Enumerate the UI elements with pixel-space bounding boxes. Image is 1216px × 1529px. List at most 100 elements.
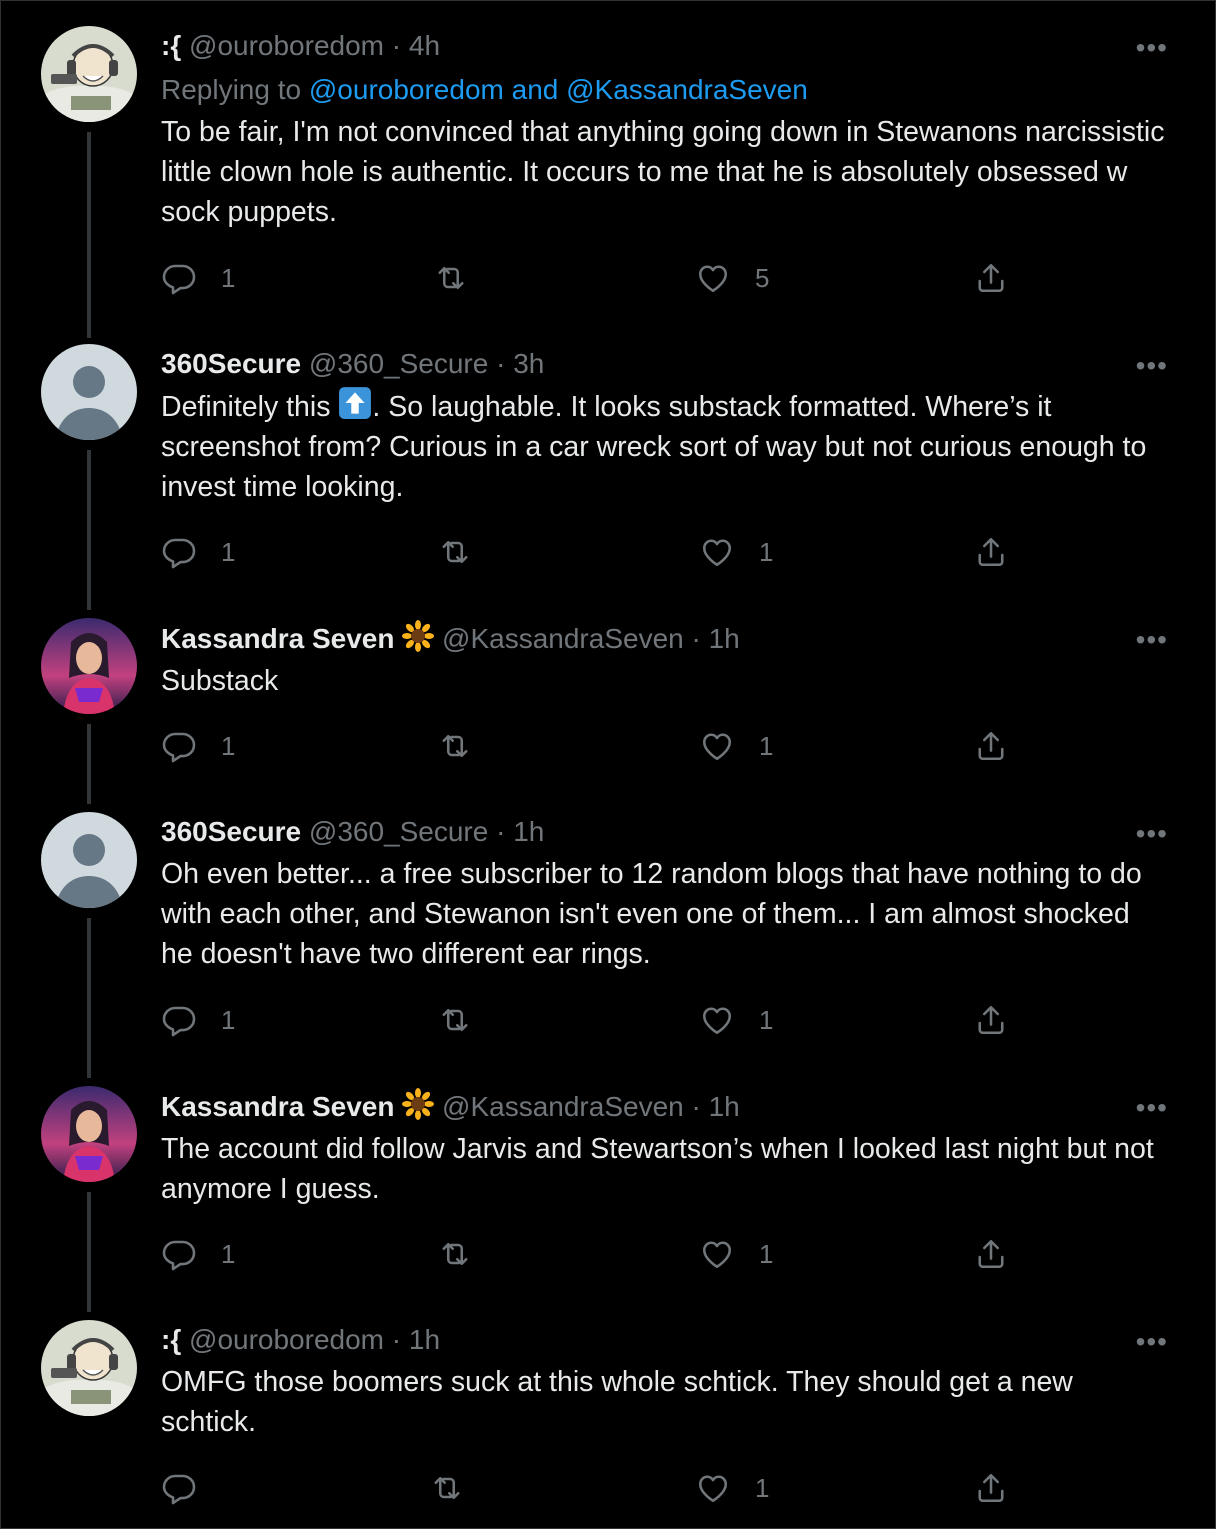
reply-button[interactable]: 1 [161, 534, 235, 570]
text-part: Definitely this [161, 391, 339, 423]
tweet-header: Kassandra Seven @KassandraSeven · 1h [161, 1088, 1166, 1125]
more-options-button[interactable]: ••• [1136, 32, 1168, 64]
display-name[interactable]: Kassandra Seven [161, 1091, 394, 1122]
reply-button[interactable]: 1 [161, 1236, 235, 1272]
separator: · [691, 1091, 701, 1122]
share-icon [973, 728, 1009, 764]
more-options-button[interactable]: ••• [1136, 818, 1168, 850]
timestamp[interactable]: 4h [409, 30, 440, 61]
retweet-button[interactable] [437, 1002, 497, 1038]
heart-icon [695, 260, 731, 296]
like-button[interactable]: 1 [695, 1470, 769, 1506]
reply-icon [161, 534, 197, 570]
reply-button[interactable]: 1 [161, 1002, 235, 1038]
reply-count: 1 [221, 1238, 236, 1269]
separator: · [391, 1324, 402, 1355]
retweet-button[interactable] [437, 534, 497, 570]
user-avatar[interactable] [41, 1086, 137, 1182]
tweet-text: The account did follow Jarvis and Stewar… [161, 1133, 1154, 1205]
sunflower-emoji-icon [402, 1088, 434, 1120]
tweet-header: Kassandra Seven @KassandraSeven · 1h [161, 620, 1166, 657]
retweet-icon [437, 534, 473, 570]
handle[interactable]: @ouroboredom [189, 30, 384, 61]
replying-label: Replying to [161, 74, 302, 105]
heart-icon [695, 1470, 731, 1506]
more-options-button[interactable]: ••• [1136, 1092, 1168, 1124]
separator: · [496, 348, 506, 379]
display-name[interactable]: :{ [161, 1324, 181, 1355]
reply-icon [161, 260, 197, 296]
retweet-button[interactable] [433, 260, 493, 296]
like-button[interactable]: 1 [699, 534, 773, 570]
user-avatar[interactable] [41, 618, 137, 714]
more-options-button[interactable]: ••• [1136, 624, 1168, 656]
thread-line [87, 132, 91, 338]
user-avatar[interactable] [41, 344, 137, 440]
retweet-icon [429, 1470, 465, 1506]
display-name[interactable]: 360Secure [161, 816, 301, 847]
timestamp[interactable]: 1h [513, 816, 544, 847]
tweet-text: Oh even better... a free subscriber to 1… [161, 858, 1142, 970]
more-options-button[interactable]: ••• [1136, 350, 1168, 382]
reply-button[interactable] [161, 1470, 221, 1506]
tweet-header: 360Secure @360_Secure · 1h [161, 814, 1166, 850]
user-avatar[interactable] [41, 812, 137, 908]
ouroboredom-avatar-image [41, 1320, 137, 1416]
heart-icon [699, 1236, 735, 1272]
reply-button[interactable]: 1 [161, 260, 235, 296]
like-button[interactable]: 1 [699, 1002, 773, 1038]
tweet-header: 360Secure @360_Secure · 3h [161, 346, 1166, 382]
handle[interactable]: @ouroboredom [189, 1324, 384, 1355]
like-count: 5 [755, 262, 770, 293]
share-button[interactable] [973, 260, 1009, 296]
retweet-button[interactable] [437, 728, 497, 764]
timestamp[interactable]: 3h [513, 348, 544, 379]
handle[interactable]: @KassandraSeven [442, 1091, 684, 1122]
display-name[interactable]: Kassandra Seven [161, 623, 394, 654]
share-button[interactable] [973, 728, 1009, 764]
retweet-button[interactable] [429, 1470, 489, 1506]
share-button[interactable] [973, 1470, 1009, 1506]
display-name[interactable]: :{ [161, 30, 181, 61]
tweet-header: :{ @ouroboredom · 4h [161, 28, 1166, 64]
retweet-icon [433, 260, 469, 296]
share-button[interactable] [973, 1002, 1009, 1038]
default-avatar-image [41, 344, 137, 440]
action-bar: 1 1 [161, 534, 1031, 574]
user-avatar[interactable] [41, 26, 137, 122]
timestamp[interactable]: 1h [709, 1091, 740, 1122]
timestamp[interactable]: 1h [709, 623, 740, 654]
retweet-button[interactable] [437, 1236, 497, 1272]
handle[interactable]: @360_Secure [309, 816, 488, 847]
more-options-button[interactable]: ••• [1136, 1326, 1168, 1358]
like-button[interactable]: 5 [695, 260, 769, 296]
share-icon [973, 1002, 1009, 1038]
mention-link[interactable]: @ouroboredom and @KassandraSeven [309, 74, 808, 105]
share-button[interactable] [973, 1236, 1009, 1272]
like-count: 1 [755, 1472, 770, 1503]
thread-line [87, 1192, 91, 1312]
up-arrow-emoji-icon [338, 386, 372, 420]
handle[interactable]: @360_Secure [309, 348, 488, 379]
display-name[interactable]: 360Secure [161, 348, 301, 379]
ouroboredom-avatar-image [41, 26, 137, 122]
action-bar: 1 1 [161, 1236, 1031, 1276]
like-button[interactable]: 1 [699, 1236, 773, 1272]
like-button[interactable]: 1 [699, 728, 773, 764]
reply-count: 1 [221, 1004, 236, 1035]
reply-count: 1 [221, 262, 236, 293]
reply-button[interactable]: 1 [161, 728, 235, 764]
kassandra-avatar-image [41, 618, 137, 714]
timestamp[interactable]: 1h [409, 1324, 440, 1355]
heart-icon [699, 534, 735, 570]
retweet-icon [437, 1236, 473, 1272]
share-button[interactable] [973, 534, 1009, 570]
like-count: 1 [759, 1004, 774, 1035]
like-count: 1 [759, 1238, 774, 1269]
thread-line [87, 724, 91, 804]
separator: · [691, 623, 701, 654]
user-avatar[interactable] [41, 1320, 137, 1416]
reply-icon [161, 1236, 197, 1272]
thread-line [87, 450, 91, 610]
handle[interactable]: @KassandraSeven [442, 623, 684, 654]
